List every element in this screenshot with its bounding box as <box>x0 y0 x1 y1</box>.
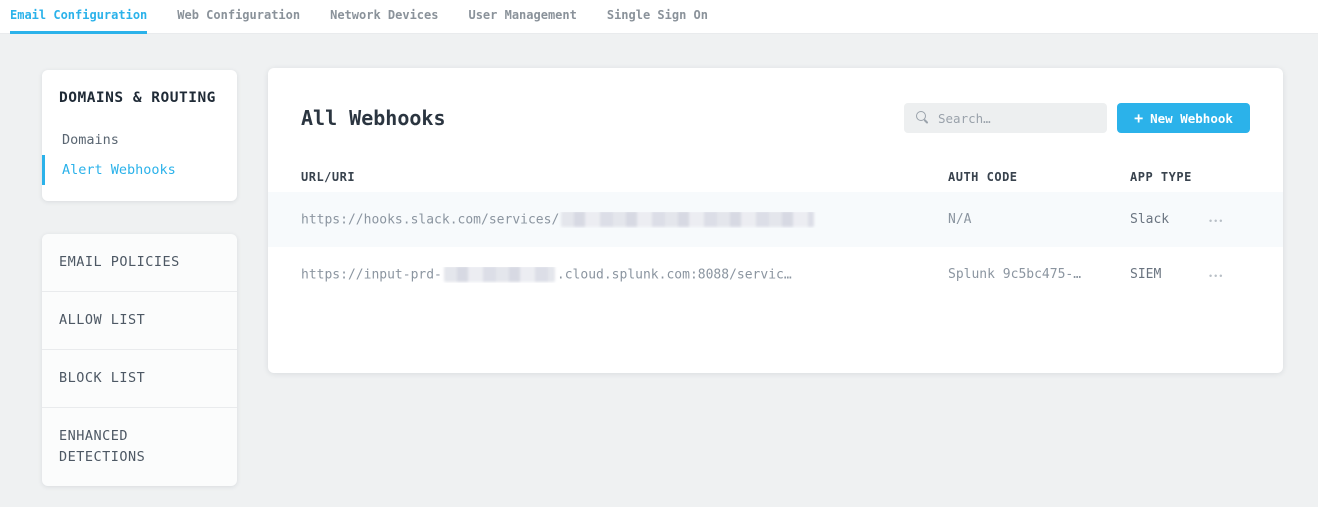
page-title: All Webhooks <box>301 106 446 130</box>
sidebar-item-email-policies[interactable]: EMAIL POLICIES <box>42 234 237 291</box>
webhook-url-cell: https://input-prd- .cloud.splunk.com:8088… <box>301 267 948 283</box>
tab-network-devices[interactable]: Network Devices <box>330 0 438 34</box>
sidebar-item-block-list[interactable]: BLOCK LIST <box>42 349 237 407</box>
column-header-auth-code: AUTH CODE <box>948 170 1130 184</box>
column-header-app-type: APP TYPE <box>1130 170 1207 184</box>
new-webhook-button[interactable]: + New Webhook <box>1117 103 1250 133</box>
domains-routing-heading: DOMAINS & ROUTING <box>42 90 237 106</box>
webhook-url-cell: https://hooks.slack.com/services/ <box>301 212 948 228</box>
email-sections-card: EMAIL POLICIES ALLOW LIST BLOCK LIST ENH… <box>42 234 237 486</box>
sidebar: DOMAINS & ROUTING Domains Alert Webhooks… <box>42 70 237 486</box>
app-type-cell: Slack <box>1130 212 1207 227</box>
tab-single-sign-on[interactable]: Single Sign On <box>607 0 708 34</box>
header-controls: + New Webhook <box>904 103 1250 133</box>
webhook-url-suffix: .cloud.splunk.com:8088/servic… <box>557 267 792 282</box>
webhook-url-prefix: https://input-prd- <box>301 267 442 282</box>
row-actions: ••• <box>1207 209 1250 230</box>
sidebar-item-allow-list[interactable]: ALLOW LIST <box>42 291 237 349</box>
table-row: https://hooks.slack.com/services/ N/A Sl… <box>268 192 1283 247</box>
search-icon <box>916 111 926 121</box>
top-navigation: Email Configuration Web Configuration Ne… <box>0 0 1318 34</box>
tab-web-configuration[interactable]: Web Configuration <box>177 0 300 34</box>
webhook-url-prefix: https://hooks.slack.com/services/ <box>301 212 559 227</box>
auth-code-cell: Splunk 9c5bc475-… <box>948 267 1130 282</box>
all-webhooks-panel: All Webhooks + New Webhook URL/URI AUTH … <box>268 68 1283 373</box>
domains-routing-card: DOMAINS & ROUTING Domains Alert Webhooks <box>42 70 237 201</box>
tab-email-configuration[interactable]: Email Configuration <box>10 0 147 34</box>
sidebar-item-enhanced-detections[interactable]: ENHANCED DETECTIONS <box>42 407 237 486</box>
row-actions: ••• <box>1207 264 1250 285</box>
tab-user-management[interactable]: User Management <box>468 0 576 34</box>
more-options-icon[interactable]: ••• <box>1207 268 1226 285</box>
search-box <box>904 103 1107 133</box>
plus-icon: + <box>1134 111 1143 126</box>
new-webhook-label: New Webhook <box>1150 111 1233 126</box>
app-type-cell: SIEM <box>1130 267 1207 282</box>
column-header-url: URL/URI <box>301 170 948 184</box>
sidebar-item-alert-webhooks[interactable]: Alert Webhooks <box>42 155 237 185</box>
table-header-row: URL/URI AUTH CODE APP TYPE <box>268 170 1283 192</box>
redacted-url-segment <box>444 267 555 282</box>
auth-code-cell: N/A <box>948 212 1130 227</box>
more-options-icon[interactable]: ••• <box>1207 213 1226 230</box>
redacted-url-segment <box>561 212 814 227</box>
sidebar-item-domains[interactable]: Domains <box>42 125 237 155</box>
table-row: https://input-prd- .cloud.splunk.com:8088… <box>268 247 1283 302</box>
panel-header: All Webhooks + New Webhook <box>301 103 1250 133</box>
search-input[interactable] <box>904 103 1107 133</box>
